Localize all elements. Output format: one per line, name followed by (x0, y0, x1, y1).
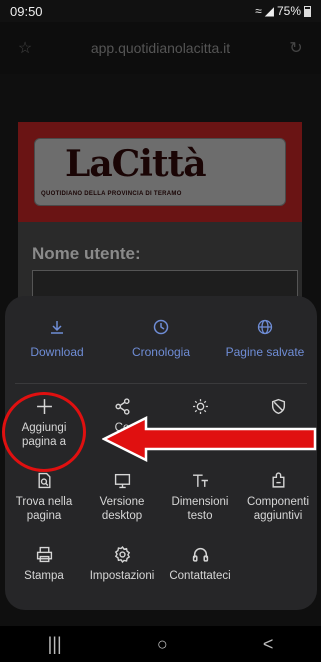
menu-print[interactable]: Stampa (5, 536, 83, 610)
signal-icon: ◢ (264, 4, 274, 18)
brightness-icon (192, 399, 208, 414)
username-label: Nome utente: (32, 244, 141, 263)
menu-saved-pages[interactable]: Pagine salvate (213, 296, 317, 382)
star-icon[interactable]: ☆ (14, 38, 36, 58)
logo-text: LaCittà (65, 143, 207, 185)
address-bar: ☆ app.quotidianolacitta.it ↻ (0, 22, 321, 74)
menu-download-label: Download (30, 345, 84, 359)
text-size-icon (192, 474, 208, 487)
menu-desktop-version[interactable]: Versione desktop (83, 462, 161, 536)
back-icon[interactable]: < (263, 634, 274, 655)
clock-icon (153, 319, 169, 335)
annotation-circle (2, 392, 86, 472)
menu-text-size[interactable]: Dimensioni testo (161, 462, 239, 536)
menu-addons[interactable]: Componenti aggiuntivi (239, 462, 317, 536)
status-icons: ≈ ◢ 75% (255, 4, 311, 18)
url-field[interactable]: app.quotidianolacitta.it (36, 40, 285, 56)
menu-contact[interactable]: Contattateci (161, 536, 239, 610)
menu-divider (15, 383, 307, 384)
menu-find-in-page-label: Trova nella pagina (15, 496, 73, 522)
menu-saved-pages-label: Pagine salvate (225, 345, 305, 359)
headset-icon (192, 547, 208, 562)
menu-empty-slot (239, 536, 317, 610)
desktop-icon (114, 473, 130, 489)
download-icon (51, 321, 63, 334)
home-icon[interactable]: ○ (157, 634, 168, 655)
menu-history-label: Cronologia (131, 345, 191, 359)
status-time: 09:50 (10, 3, 43, 19)
menu-settings-label: Impostazioni (89, 570, 155, 582)
globe-icon (257, 319, 273, 335)
menu-history[interactable]: Cronologia (109, 296, 213, 382)
status-bar: 09:50 ≈ ◢ 75% (0, 0, 321, 22)
battery-percent: 75% (276, 4, 301, 18)
menu-text-size-label: Dimensioni testo (171, 496, 229, 522)
reload-icon[interactable]: ↻ (285, 38, 307, 58)
shield-icon (271, 398, 285, 415)
menu-print-label: Stampa (24, 570, 64, 582)
menu-find-in-page[interactable]: Trova nella pagina (5, 462, 83, 536)
recent-apps-icon[interactable]: ||| (48, 634, 62, 655)
share-icon (114, 398, 130, 415)
menu-addons-label: Componenti aggiuntivi (246, 496, 309, 522)
battery-icon (304, 5, 311, 17)
menu-contact-label: Contattateci (169, 570, 231, 582)
menu-top-row: Download Cronologia Pagine salvate (5, 296, 317, 382)
wifi-icon: ≈ (255, 4, 262, 18)
annotation-arrow (102, 416, 317, 462)
menu-desktop-version-label: Versione desktop (99, 496, 145, 522)
menu-download[interactable]: Download (5, 296, 109, 382)
logo-tagline: QUOTIDIANO DELLA PROVINCIA DI TERAMO (41, 191, 182, 197)
settings-icon (114, 546, 130, 563)
site-logo[interactable]: LaCittà QUOTIDIANO DELLA PROVINCIA DI TE… (34, 138, 286, 206)
nav-bar: ||| ○ < (0, 626, 321, 662)
site-header: LaCittà QUOTIDIANO DELLA PROVINCIA DI TE… (18, 122, 302, 222)
menu-settings[interactable]: Impostazioni (83, 536, 161, 610)
print-icon (36, 546, 52, 563)
find-icon (37, 472, 51, 489)
addons-icon (271, 472, 285, 488)
